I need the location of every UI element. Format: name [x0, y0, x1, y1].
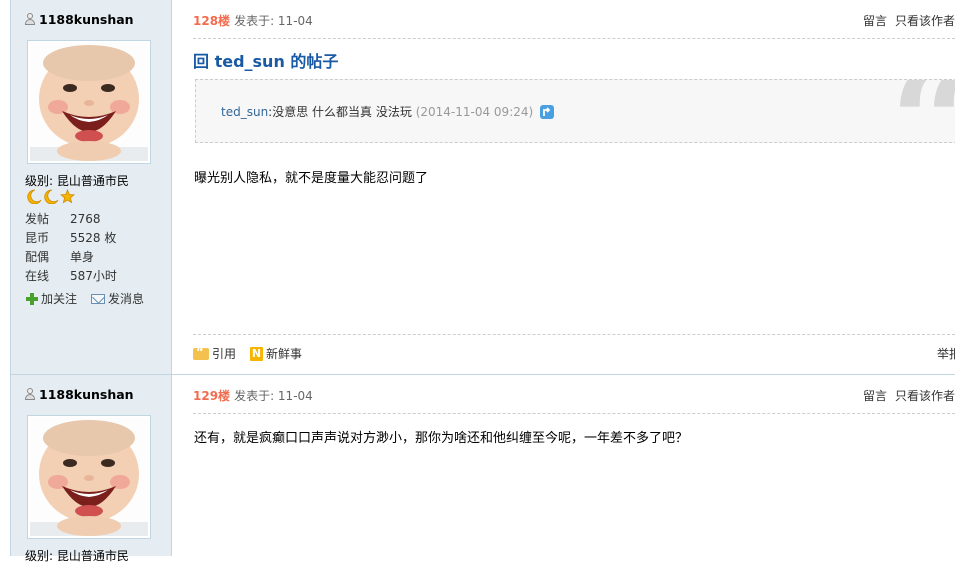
stat-spouse: 配偶 单身: [25, 250, 95, 264]
user-level: 级别: 昆山普通市民: [25, 174, 129, 188]
author-sidebar: 1188kunshan: [11, 375, 172, 563]
follow-button[interactable]: 加关注: [26, 290, 77, 307]
author-info: 1188kunshan: [25, 386, 134, 402]
reply-title: 回 ted_sun 的帖子: [193, 52, 339, 71]
post-129: 1188kunshan 级别: 昆山普通市民 129楼 发表于: 11-04 留…: [11, 375, 955, 563]
quote-block: “ ted_sun:没意思 什么都当真 没法玩 (2014-11-04 09:2…: [195, 79, 955, 143]
report-link[interactable]: 举报: [937, 345, 955, 362]
post-header: 128楼 发表于: 11-04 留言 只看该作者: [193, 12, 955, 29]
return-arrow-icon[interactable]: [540, 105, 555, 119]
post-128: 1188kunshan 级别: 昆山普通市民 发帖 2768 昆币 5528 枚…: [11, 0, 955, 374]
author-sidebar: 1188kunshan: [11, 0, 172, 374]
quote-time: (2014-11-04 09:24): [415, 105, 534, 119]
cite-button[interactable]: 引用: [193, 345, 236, 362]
divider: [193, 413, 955, 414]
post-footer: 引用 N新鲜事 举报: [193, 345, 955, 362]
user-stats: 发帖 2768 昆币 5528 枚 配偶 单身 在线 587小时: [25, 210, 117, 286]
divider: [193, 38, 955, 39]
stat-online: 在线 587小时: [25, 269, 117, 283]
moon-icon: [27, 189, 42, 204]
floor-number[interactable]: 128楼: [193, 12, 230, 29]
level-medals: [26, 189, 75, 204]
post-content: 128楼 发表于: 11-04 留言 只看该作者 回 ted_sun 的帖子 “…: [172, 0, 955, 374]
stat-coins: 昆币 5528 枚: [25, 231, 117, 245]
author-name[interactable]: 1188kunshan: [39, 387, 134, 402]
user-actions: 加关注 发消息: [26, 290, 144, 307]
avatar[interactable]: [27, 415, 151, 539]
post-content: 129楼 发表于: 11-04 留言 只看该作者 还有，就是疯癫口口声声说对方渺…: [172, 375, 955, 556]
divider: [193, 334, 955, 335]
quote-body: :没意思 什么都当真 没法玩: [268, 105, 412, 119]
mail-icon: [91, 293, 106, 304]
post-header: 129楼 发表于: 11-04 留言 只看该作者: [193, 387, 955, 404]
quote-bubble-icon: [193, 345, 209, 360]
moon-icon: [44, 189, 59, 204]
leave-message-link[interactable]: 留言: [863, 12, 887, 29]
author-name[interactable]: 1188kunshan: [39, 12, 134, 27]
only-author-link[interactable]: 只看该作者: [895, 387, 955, 404]
fresh-news-button[interactable]: N 新鲜事: [250, 345, 302, 362]
stat-posts: 发帖 2768: [25, 212, 101, 226]
message-button[interactable]: 发消息: [91, 290, 144, 307]
n-badge-icon: N: [250, 346, 264, 361]
floor-number[interactable]: 129楼: [193, 387, 230, 404]
post-time: 发表于: 11-04: [234, 13, 313, 28]
author-info: 1188kunshan: [25, 11, 134, 27]
post-time: 发表于: 11-04: [234, 388, 313, 403]
plus-icon: [26, 292, 38, 305]
user-icon: [25, 13, 35, 25]
only-author-link[interactable]: 只看该作者: [895, 12, 955, 29]
star-icon: [60, 189, 75, 204]
avatar[interactable]: [27, 40, 151, 164]
user-icon: [25, 388, 35, 400]
quote-author[interactable]: ted_sun: [221, 105, 268, 119]
post-body: 还有，就是疯癫口口声声说对方渺小，那你为啥还和他纠缠至今呢，一年差不多了吧？: [194, 431, 689, 446]
leave-message-link[interactable]: 留言: [863, 387, 887, 404]
quote-mark-icon: “: [890, 80, 955, 142]
post-body: 曝光别人隐私，就不是度量大能忍问题了: [194, 171, 429, 186]
